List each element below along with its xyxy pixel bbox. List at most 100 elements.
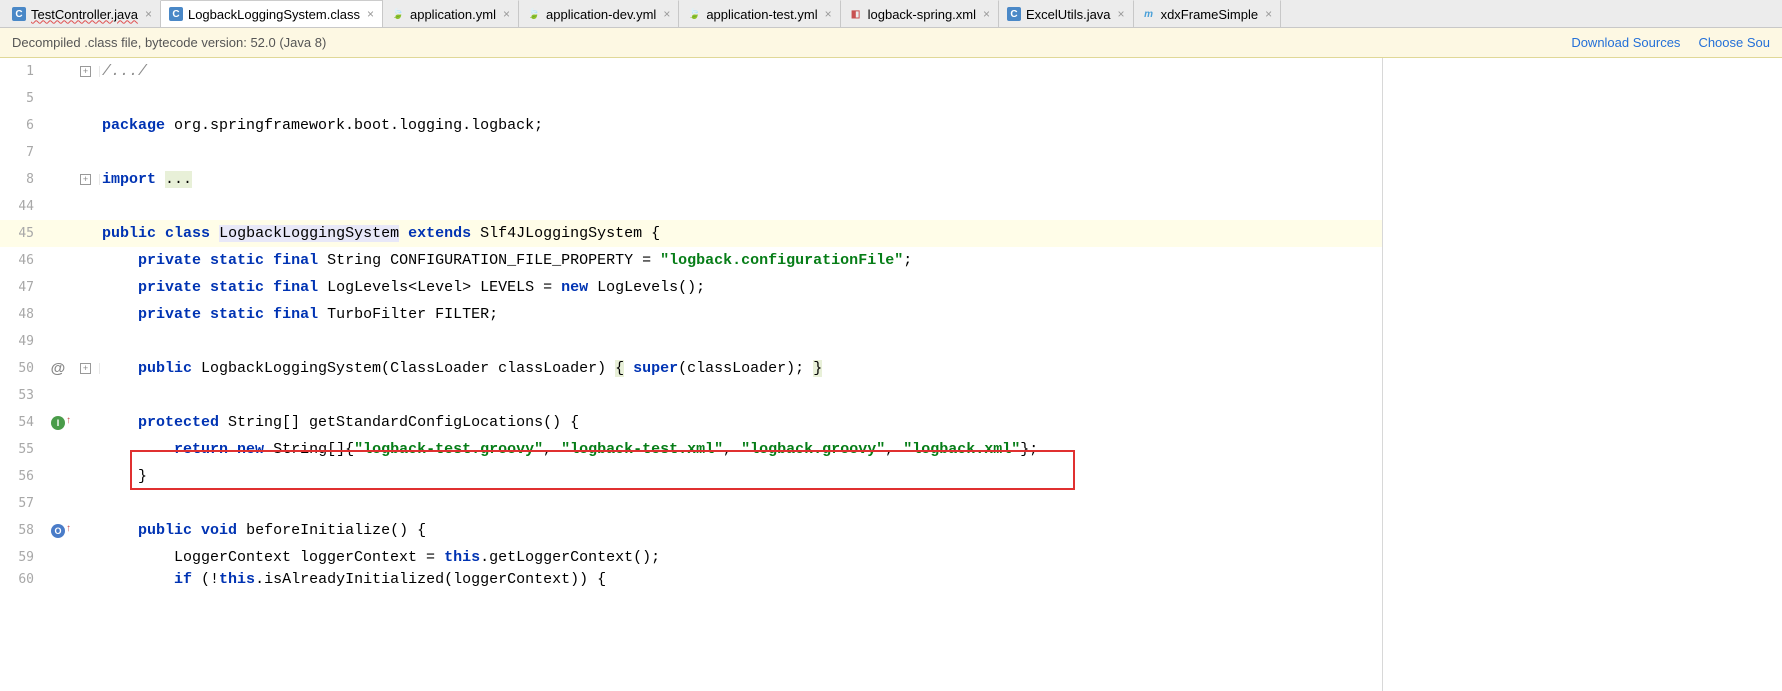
code-text[interactable]: LoggerContext loggerContext = this.getLo…: [100, 549, 1382, 566]
gutter-marker: O↑: [44, 524, 72, 538]
close-icon[interactable]: ×: [825, 7, 832, 21]
code-text[interactable]: private static final LogLevels<Level> LE…: [100, 279, 1382, 296]
code-line[interactable]: 60 if (!this.isAlreadyInitialized(logger…: [0, 571, 1382, 587]
code-text[interactable]: /.../: [100, 63, 1382, 80]
tab-logback-spring-xml[interactable]: ◧ logback-spring.xml ×: [841, 0, 999, 27]
code-text[interactable]: import ...: [100, 171, 1382, 188]
code-line[interactable]: 59 LoggerContext loggerContext = this.ge…: [0, 544, 1382, 571]
line-number: 6: [0, 118, 44, 133]
code-line[interactable]: 56 }: [0, 463, 1382, 490]
line-number: 50: [0, 361, 44, 376]
code-line[interactable]: 5: [0, 85, 1382, 112]
code-line[interactable]: 8+import ...: [0, 166, 1382, 193]
code-text[interactable]: package org.springframework.boot.logging…: [100, 117, 1382, 134]
code-line[interactable]: 1 + /.../: [0, 58, 1382, 85]
expand-icon[interactable]: +: [80, 174, 91, 185]
choose-sources-link[interactable]: Choose Sou: [1698, 35, 1770, 50]
code-line[interactable]: 57: [0, 490, 1382, 517]
code-text[interactable]: public void beforeInitialize() {: [100, 522, 1382, 539]
tab-application-dev-yml[interactable]: 🍃 application-dev.yml ×: [519, 0, 679, 27]
tab-label: TestController.java: [31, 7, 138, 22]
file-icon: C: [12, 7, 26, 21]
editor: 1+/.../56package org.springframework.boo…: [0, 58, 1782, 691]
code-text[interactable]: public class LogbackLoggingSystem extend…: [100, 225, 1382, 242]
at-icon: @: [51, 360, 66, 377]
expand-icon[interactable]: +: [80, 363, 91, 374]
code-line[interactable]: 6 package org.springframework.boot.loggin…: [0, 112, 1382, 139]
file-icon: ◧: [849, 7, 863, 21]
close-icon[interactable]: ×: [983, 7, 990, 21]
code-line[interactable]: 53: [0, 382, 1382, 409]
tab-label: application-dev.yml: [546, 7, 656, 22]
code-line[interactable]: 58O↑ public void beforeInitialize() {: [0, 517, 1382, 544]
tab-testcontroller-java[interactable]: C TestController.java ×: [4, 0, 161, 27]
code-line[interactable]: 48 private static final TurboFilter FILT…: [0, 301, 1382, 328]
override-marker-icon[interactable]: O↑: [51, 524, 65, 538]
download-sources-link[interactable]: Download Sources: [1571, 35, 1680, 50]
tab-label: logback-spring.xml: [868, 7, 976, 22]
file-icon: 🍃: [391, 7, 405, 21]
close-icon[interactable]: ×: [663, 7, 670, 21]
code-text[interactable]: private static final TurboFilter FILTER;: [100, 306, 1382, 323]
tab-logbackloggingsystem-class[interactable]: CLogbackLoggingSystem.class×: [161, 0, 383, 28]
tab-label: xdxFrameSimple: [1161, 7, 1259, 22]
expand-icon[interactable]: +: [80, 66, 91, 77]
line-number: 57: [0, 496, 44, 511]
gutter-marker: @: [44, 360, 72, 377]
code-text[interactable]: }: [100, 468, 1382, 485]
code-line[interactable]: 44: [0, 193, 1382, 220]
tab-xdxframesimple[interactable]: m xdxFrameSimple ×: [1134, 0, 1282, 27]
line-number: 5: [0, 91, 44, 106]
close-icon[interactable]: ×: [503, 7, 510, 21]
code-line[interactable]: 49: [0, 328, 1382, 355]
close-icon[interactable]: ×: [1265, 7, 1272, 21]
tab-label: ExcelUtils.java: [1026, 7, 1111, 22]
code-line[interactable]: 47 private static final LogLevels<Level>…: [0, 274, 1382, 301]
close-icon[interactable]: ×: [1118, 7, 1125, 21]
code-line[interactable]: 46 private static final String CONFIGURA…: [0, 247, 1382, 274]
tab-label: application-test.yml: [706, 7, 817, 22]
line-number: 55: [0, 442, 44, 457]
code-line[interactable]: 50 @ + public LogbackLoggingSystem(ClassLo…: [0, 355, 1382, 382]
implement-marker-icon[interactable]: I↑: [51, 416, 65, 430]
tab-bar: CTestController.java×CLogbackLoggingSyst…: [0, 0, 1782, 28]
file-icon: C: [169, 7, 183, 21]
file-icon: m: [1142, 7, 1156, 21]
line-number: 60: [0, 572, 44, 587]
code-text[interactable]: protected String[] getStandardConfigLoca…: [100, 414, 1382, 431]
code-line[interactable]: 54 I↑ protected String[] getStandardConfi…: [0, 409, 1382, 436]
code-line[interactable]: 7: [0, 139, 1382, 166]
file-icon: 🍃: [687, 7, 701, 21]
notice-text: Decompiled .class file, bytecode version…: [12, 35, 326, 50]
tab-application-test-yml[interactable]: 🍃 application-test.yml ×: [679, 0, 840, 27]
tab-application-yml[interactable]: 🍃 application.yml ×: [383, 0, 519, 27]
line-number: 54: [0, 415, 44, 430]
line-number: 1: [0, 64, 44, 79]
code-text[interactable]: if (!this.isAlreadyInitialized(loggerCon…: [100, 571, 1382, 588]
code-line[interactable]: 55 return new String[]{"logback-test.gro…: [0, 436, 1382, 463]
code-text[interactable]: private static final String CONFIGURATIO…: [100, 252, 1382, 269]
close-icon[interactable]: ×: [367, 7, 374, 21]
notice-bar: Decompiled .class file, bytecode version…: [0, 28, 1782, 58]
code-line[interactable]: 45public class LogbackLoggingSystem exte…: [0, 220, 1382, 247]
line-number: 7: [0, 145, 44, 160]
line-number: 47: [0, 280, 44, 295]
gutter-marker: I↑: [44, 416, 72, 430]
code-text[interactable]: return new String[]{"logback-test.groovy…: [100, 441, 1382, 458]
tab-excelutils-java[interactable]: C ExcelUtils.java ×: [999, 0, 1134, 27]
fold-gutter: +: [72, 174, 100, 185]
tab-label: application.yml: [410, 7, 496, 22]
line-number: 56: [0, 469, 44, 484]
line-number: 49: [0, 334, 44, 349]
line-number: 59: [0, 550, 44, 565]
code-text[interactable]: public LogbackLoggingSystem(ClassLoader …: [100, 360, 1382, 377]
line-number: 48: [0, 307, 44, 322]
close-icon[interactable]: ×: [145, 7, 152, 21]
line-number: 44: [0, 199, 44, 214]
fold-gutter: +: [72, 66, 100, 77]
line-number: 46: [0, 253, 44, 268]
fold-gutter: +: [72, 363, 100, 374]
notice-actions: Download Sources Choose Sou: [1571, 35, 1770, 50]
file-icon: C: [1007, 7, 1021, 21]
file-icon: 🍃: [527, 7, 541, 21]
